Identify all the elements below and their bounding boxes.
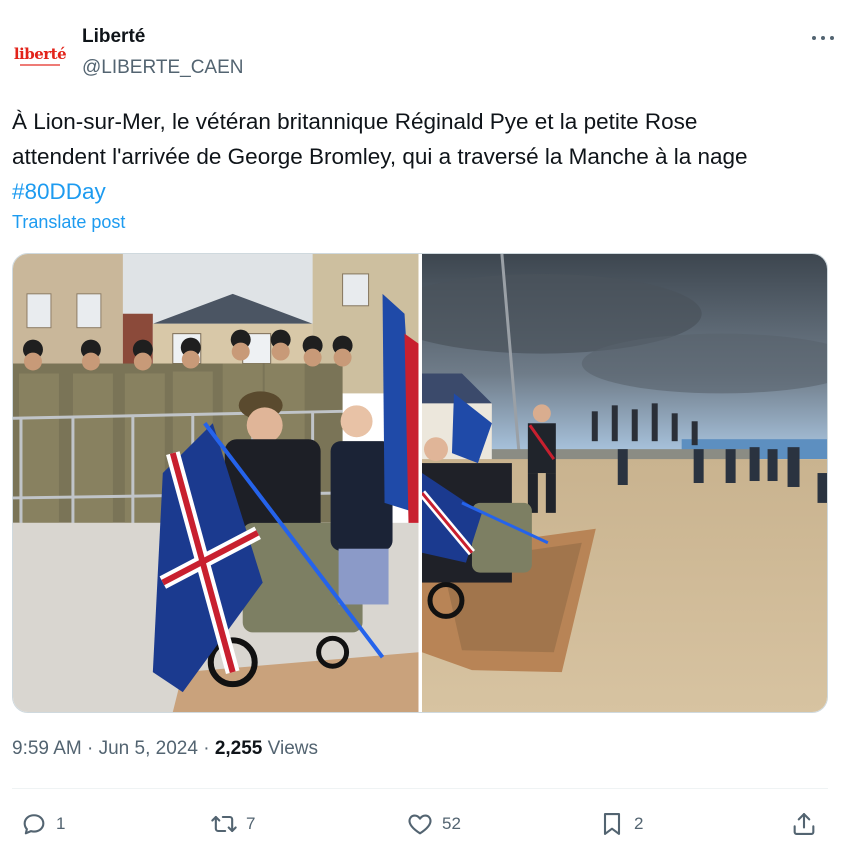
more-options-button[interactable] [808, 28, 838, 48]
views-label: Views [267, 738, 318, 759]
author-handle[interactable]: @LIBERTE_CAEN [82, 57, 244, 79]
divider [12, 788, 828, 789]
photo-2[interactable] [421, 254, 827, 712]
views-count: 2,255 [214, 738, 263, 759]
like-count: 52 [442, 814, 461, 833]
beach-photo-illustration [421, 254, 827, 712]
author-avatar[interactable]: liberté [12, 28, 68, 84]
heart-icon [408, 814, 432, 835]
tweet-text: À Lion-sur-Mer, le vétéran britannique R… [12, 104, 838, 209]
more-dot-icon [821, 36, 825, 40]
reply-button[interactable]: 1 [20, 804, 65, 844]
reply-icon [23, 814, 45, 835]
tweet-text-line: attendent l'arrivée de George Bromley, q… [12, 144, 748, 169]
bookmark-count: 2 [634, 814, 644, 833]
bookmark-icon [603, 813, 621, 835]
meta-separator: · [203, 738, 210, 759]
author-name[interactable]: Liberté [82, 26, 145, 48]
tweet-text-line: À Lion-sur-Mer, le vétéran britannique R… [12, 109, 698, 134]
share-button[interactable] [790, 804, 818, 844]
media-grid [12, 253, 828, 713]
liberte-logo: liberté [13, 44, 67, 63]
repost-button[interactable]: 7 [210, 804, 255, 844]
translate-post-link[interactable]: Translate post [12, 212, 125, 233]
repost-icon [211, 815, 237, 833]
repost-count: 7 [246, 814, 256, 833]
meta-separator: · [87, 738, 94, 759]
more-dot-icon [812, 36, 816, 40]
tweet-header: liberté Liberté @LIBERTE_CAEN [12, 22, 838, 84]
logo-underline [20, 63, 60, 66]
tweet-meta: 9:59 AM · Jun 5, 2024 · 2,255 Views [12, 738, 318, 760]
bookmark-button[interactable]: 2 [598, 804, 643, 844]
tweet-time[interactable]: 9:59 AM [12, 738, 82, 759]
photo-1[interactable] [13, 254, 419, 712]
more-dot-icon [830, 36, 834, 40]
reply-count: 1 [56, 814, 66, 833]
veteran-photo-illustration [13, 254, 419, 712]
tweet-date[interactable]: Jun 5, 2024 [99, 738, 198, 759]
share-icon [793, 813, 815, 835]
like-button[interactable]: 52 [406, 804, 461, 844]
hashtag-link[interactable]: #80DDay [12, 179, 106, 204]
action-bar: 1 7 52 2 [12, 804, 828, 844]
